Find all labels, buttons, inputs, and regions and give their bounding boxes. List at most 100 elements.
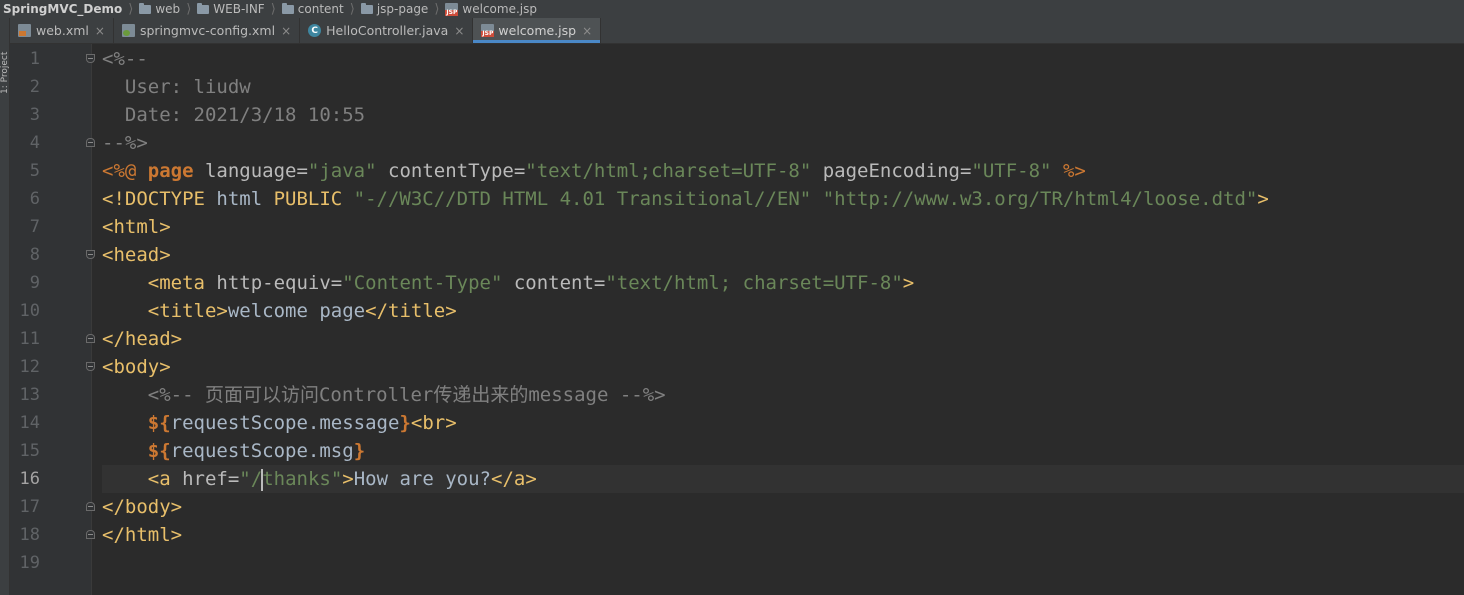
line-number: 5 (29, 161, 40, 181)
folder-icon (281, 2, 294, 14)
breadcrumb-item[interactable]: web (139, 0, 180, 18)
tab-label: welcome.jsp (498, 23, 577, 38)
code-line[interactable]: <head> (102, 241, 1464, 269)
line-number: 14 (19, 413, 40, 433)
close-icon[interactable]: × (582, 24, 592, 38)
code-token-value: "http://www.w3.org/TR/html4/loose.dtd" (822, 188, 1258, 210)
code-token-tag: > (342, 468, 354, 490)
code-token-tag: <html> (102, 216, 171, 238)
code-line[interactable]: <%-- 页面可以访问Controller传递出来的message --%> (102, 381, 1464, 409)
code-token-attr: content= (502, 272, 606, 294)
code-token-comment: <%-- (102, 48, 148, 70)
code-line[interactable]: <%@ page language="java" contentType="te… (102, 157, 1464, 185)
fold-end-icon[interactable] (86, 530, 95, 539)
code-token-value: "/ (239, 468, 263, 490)
code-token-comment: User: liudw (102, 76, 251, 98)
tab-hellocontroller-java[interactable]: C HelloController.java × (300, 18, 474, 43)
line-number: 10 (19, 301, 40, 321)
code-line[interactable]: <body> (102, 353, 1464, 381)
code-line[interactable]: ${requestScope.msg} (102, 437, 1464, 465)
tab-web-xml[interactable]: web.xml × (10, 18, 114, 43)
line-number: 13 (19, 385, 40, 405)
breadcrumb-item[interactable]: jsp-page (360, 0, 428, 18)
code-token-tag: > (902, 272, 915, 294)
code-token-el: ${ (147, 412, 171, 434)
code-token-el: ${ (147, 440, 171, 462)
breadcrumb: SpringMVC_Demo ⟩ web ⟩ WEB-INF ⟩ content ⟩ jsp-p… (0, 0, 1464, 19)
fold-end-icon[interactable] (86, 138, 95, 147)
code-line[interactable]: </html> (102, 521, 1464, 549)
code-token-tag: </head> (102, 328, 183, 350)
code-token-tag: <br> (410, 412, 457, 434)
line-number: 8 (29, 245, 40, 265)
code-line[interactable]: User: liudw (102, 73, 1464, 101)
breadcrumb-label: WEB-INF (213, 2, 265, 16)
jsp-file-icon (481, 24, 495, 37)
project-tool-window-strip[interactable]: 1: Project (0, 18, 10, 595)
project-tool-window-label[interactable]: 1: Project (0, 24, 10, 94)
code-line[interactable]: <title>welcome page</title> (102, 297, 1464, 325)
line-number: 7 (29, 217, 40, 237)
code-token-value: "-//W3C//DTD HTML 4.01 Transitional//EN" (353, 188, 812, 210)
line-number: 1 (29, 49, 40, 69)
code-token-value: "text/html; charset=UTF-8" (605, 272, 903, 294)
code-token-tag: <!DOCTYPE (102, 188, 217, 210)
breadcrumb-separator: ⟩ (349, 1, 355, 17)
code-line[interactable]: <html> (102, 213, 1464, 241)
code-token-tag: PUBLIC (273, 188, 354, 210)
fold-end-icon[interactable] (86, 502, 95, 511)
code-token-elbody: requestScope.message (170, 412, 400, 434)
code-token-attr: contentType= (376, 160, 526, 182)
tab-springmvc-config-xml[interactable]: springmvc-config.xml × (114, 18, 301, 43)
breadcrumb-label: SpringMVC_Demo (3, 2, 123, 16)
tab-welcome-jsp[interactable]: welcome.jsp × (473, 18, 602, 43)
folder-icon (197, 2, 210, 14)
code-line[interactable]: --%> (102, 129, 1464, 157)
code-editor[interactable]: <%-- 1 User: liudw 2 Date: 2021/3/18 10:55… (10, 44, 1464, 595)
code-line[interactable] (102, 549, 1464, 577)
code-line[interactable]: <a href="/thanks">How are you?</a> (102, 465, 1464, 493)
spring-xml-file-icon (121, 24, 135, 37)
code-token-tag: </html> (102, 524, 183, 546)
code-token-comment: Date: 2021/3/18 10:55 (102, 104, 366, 126)
breadcrumb-item[interactable]: welcome.jsp (445, 0, 537, 18)
line-number: 19 (19, 553, 40, 573)
code-token-keyword: page (147, 160, 194, 182)
code-line[interactable]: <!DOCTYPE html PUBLIC "-//W3C//DTD HTML … (102, 185, 1464, 213)
code-token-value: thanks" (262, 468, 343, 490)
code-token-tag: <body> (102, 356, 171, 378)
fold-end-icon[interactable] (86, 334, 95, 343)
breadcrumb-separator: ⟩ (434, 1, 440, 17)
code-line[interactable]: Date: 2021/3/18 10:55 (102, 101, 1464, 129)
line-number: 17 (19, 497, 40, 517)
code-line[interactable]: <meta http-equiv="Content-Type" content=… (102, 269, 1464, 297)
code-token-plain: html (216, 188, 274, 210)
code-line[interactable]: </head> (102, 325, 1464, 353)
breadcrumb-separator: ⟩ (186, 1, 192, 17)
breadcrumb-label: welcome.jsp (462, 2, 537, 16)
fold-start-icon[interactable] (86, 54, 95, 63)
fold-start-icon[interactable] (86, 250, 95, 259)
code-token-tag: <title> (147, 300, 228, 322)
breadcrumb-item[interactable]: WEB-INF (197, 0, 265, 18)
tab-label: web.xml (36, 23, 89, 38)
close-icon[interactable]: × (454, 24, 464, 38)
code-token-el: } (353, 440, 366, 462)
code-token-value: "java" (307, 160, 377, 182)
code-token-tag: <a (147, 468, 183, 490)
code-token-el: } (399, 412, 411, 434)
code-line[interactable]: ${requestScope.message}<br> (102, 409, 1464, 437)
close-icon[interactable]: × (281, 24, 291, 38)
code-line[interactable]: </body> (102, 493, 1464, 521)
close-icon[interactable]: × (95, 24, 105, 38)
code-token-value: "text/html;charset=UTF-8" (525, 160, 812, 182)
breadcrumb-label: content (297, 2, 344, 16)
code-line[interactable]: <%-- (102, 45, 1464, 73)
fold-start-icon[interactable] (86, 362, 95, 371)
breadcrumb-item[interactable]: content (281, 0, 344, 18)
line-number: 12 (19, 357, 40, 377)
breadcrumb-item[interactable]: SpringMVC_Demo (0, 0, 122, 18)
